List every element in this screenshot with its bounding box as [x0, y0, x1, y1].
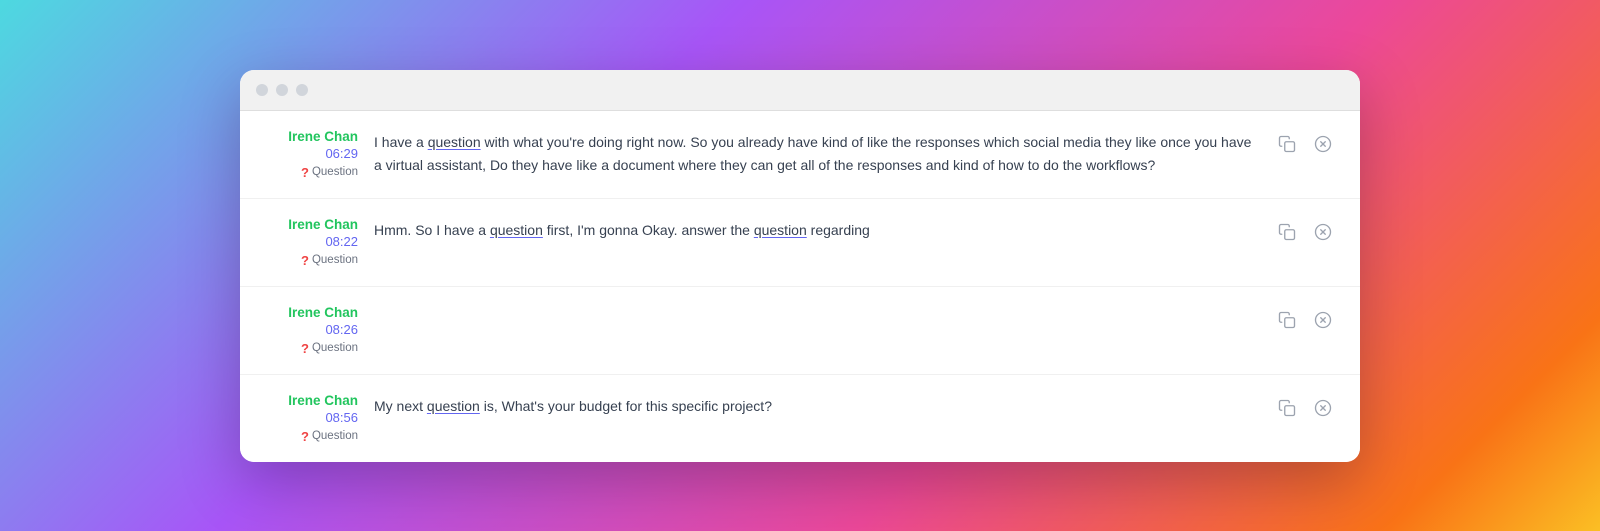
close-button[interactable]: [1310, 307, 1336, 333]
close-button[interactable]: [1310, 395, 1336, 421]
tag: ?Question: [301, 429, 358, 444]
tag-label: Question: [312, 342, 358, 354]
entry-meta: Irene Chan08:22?Question: [264, 217, 374, 268]
timestamp: 08:26: [325, 322, 358, 337]
window-dot-1: [256, 84, 268, 96]
list-item: Irene Chan06:29?QuestionI have a questio…: [240, 111, 1360, 199]
question-icon: ?: [301, 253, 309, 268]
tag-label: Question: [312, 430, 358, 442]
tag: ?Question: [301, 165, 358, 180]
copy-button[interactable]: [1274, 131, 1300, 157]
entry-actions: [1258, 393, 1336, 421]
entry-meta: Irene Chan06:29?Question: [264, 129, 374, 180]
speaker-name: Irene Chan: [288, 217, 358, 232]
window-dot-2: [276, 84, 288, 96]
close-button[interactable]: [1310, 131, 1336, 157]
question-icon: ?: [301, 165, 309, 180]
copy-button[interactable]: [1274, 307, 1300, 333]
speaker-name: Irene Chan: [288, 393, 358, 408]
highlighted-word: question: [428, 134, 481, 150]
question-icon: ?: [301, 429, 309, 444]
title-bar: [240, 70, 1360, 111]
timestamp: 08:22: [325, 234, 358, 249]
tag: ?Question: [301, 341, 358, 356]
highlighted-word: question: [490, 222, 543, 238]
window-dot-3: [296, 84, 308, 96]
close-button[interactable]: [1310, 219, 1336, 245]
entry-body: My next question is, What's your budget …: [374, 393, 1258, 418]
speaker-name: Irene Chan: [288, 129, 358, 144]
highlighted-word: question: [754, 222, 807, 238]
highlighted-word: question: [427, 398, 480, 414]
list-item: Irene Chan08:56?QuestionMy next question…: [240, 375, 1360, 462]
timestamp: 06:29: [325, 146, 358, 161]
tag-label: Question: [312, 254, 358, 266]
tag-label: Question: [312, 166, 358, 178]
entry-body: [374, 305, 1258, 307]
copy-button[interactable]: [1274, 395, 1300, 421]
entry-body: Hmm. So I have a question first, I'm gon…: [374, 217, 1258, 242]
entry-body: I have a question with what you're doing…: [374, 129, 1258, 177]
entry-actions: [1258, 305, 1336, 333]
tag: ?Question: [301, 253, 358, 268]
entry-meta: Irene Chan08:56?Question: [264, 393, 374, 444]
speaker-name: Irene Chan: [288, 305, 358, 320]
timestamp: 08:56: [325, 410, 358, 425]
list-item: Irene Chan08:22?QuestionHmm. So I have a…: [240, 199, 1360, 287]
entry-actions: [1258, 217, 1336, 245]
list-item: Irene Chan08:26?Question: [240, 287, 1360, 375]
content-area: Irene Chan06:29?QuestionI have a questio…: [240, 111, 1360, 462]
entry-meta: Irene Chan08:26?Question: [264, 305, 374, 356]
entry-actions: [1258, 129, 1336, 157]
question-icon: ?: [301, 341, 309, 356]
copy-button[interactable]: [1274, 219, 1300, 245]
app-window: Irene Chan06:29?QuestionI have a questio…: [240, 70, 1360, 462]
